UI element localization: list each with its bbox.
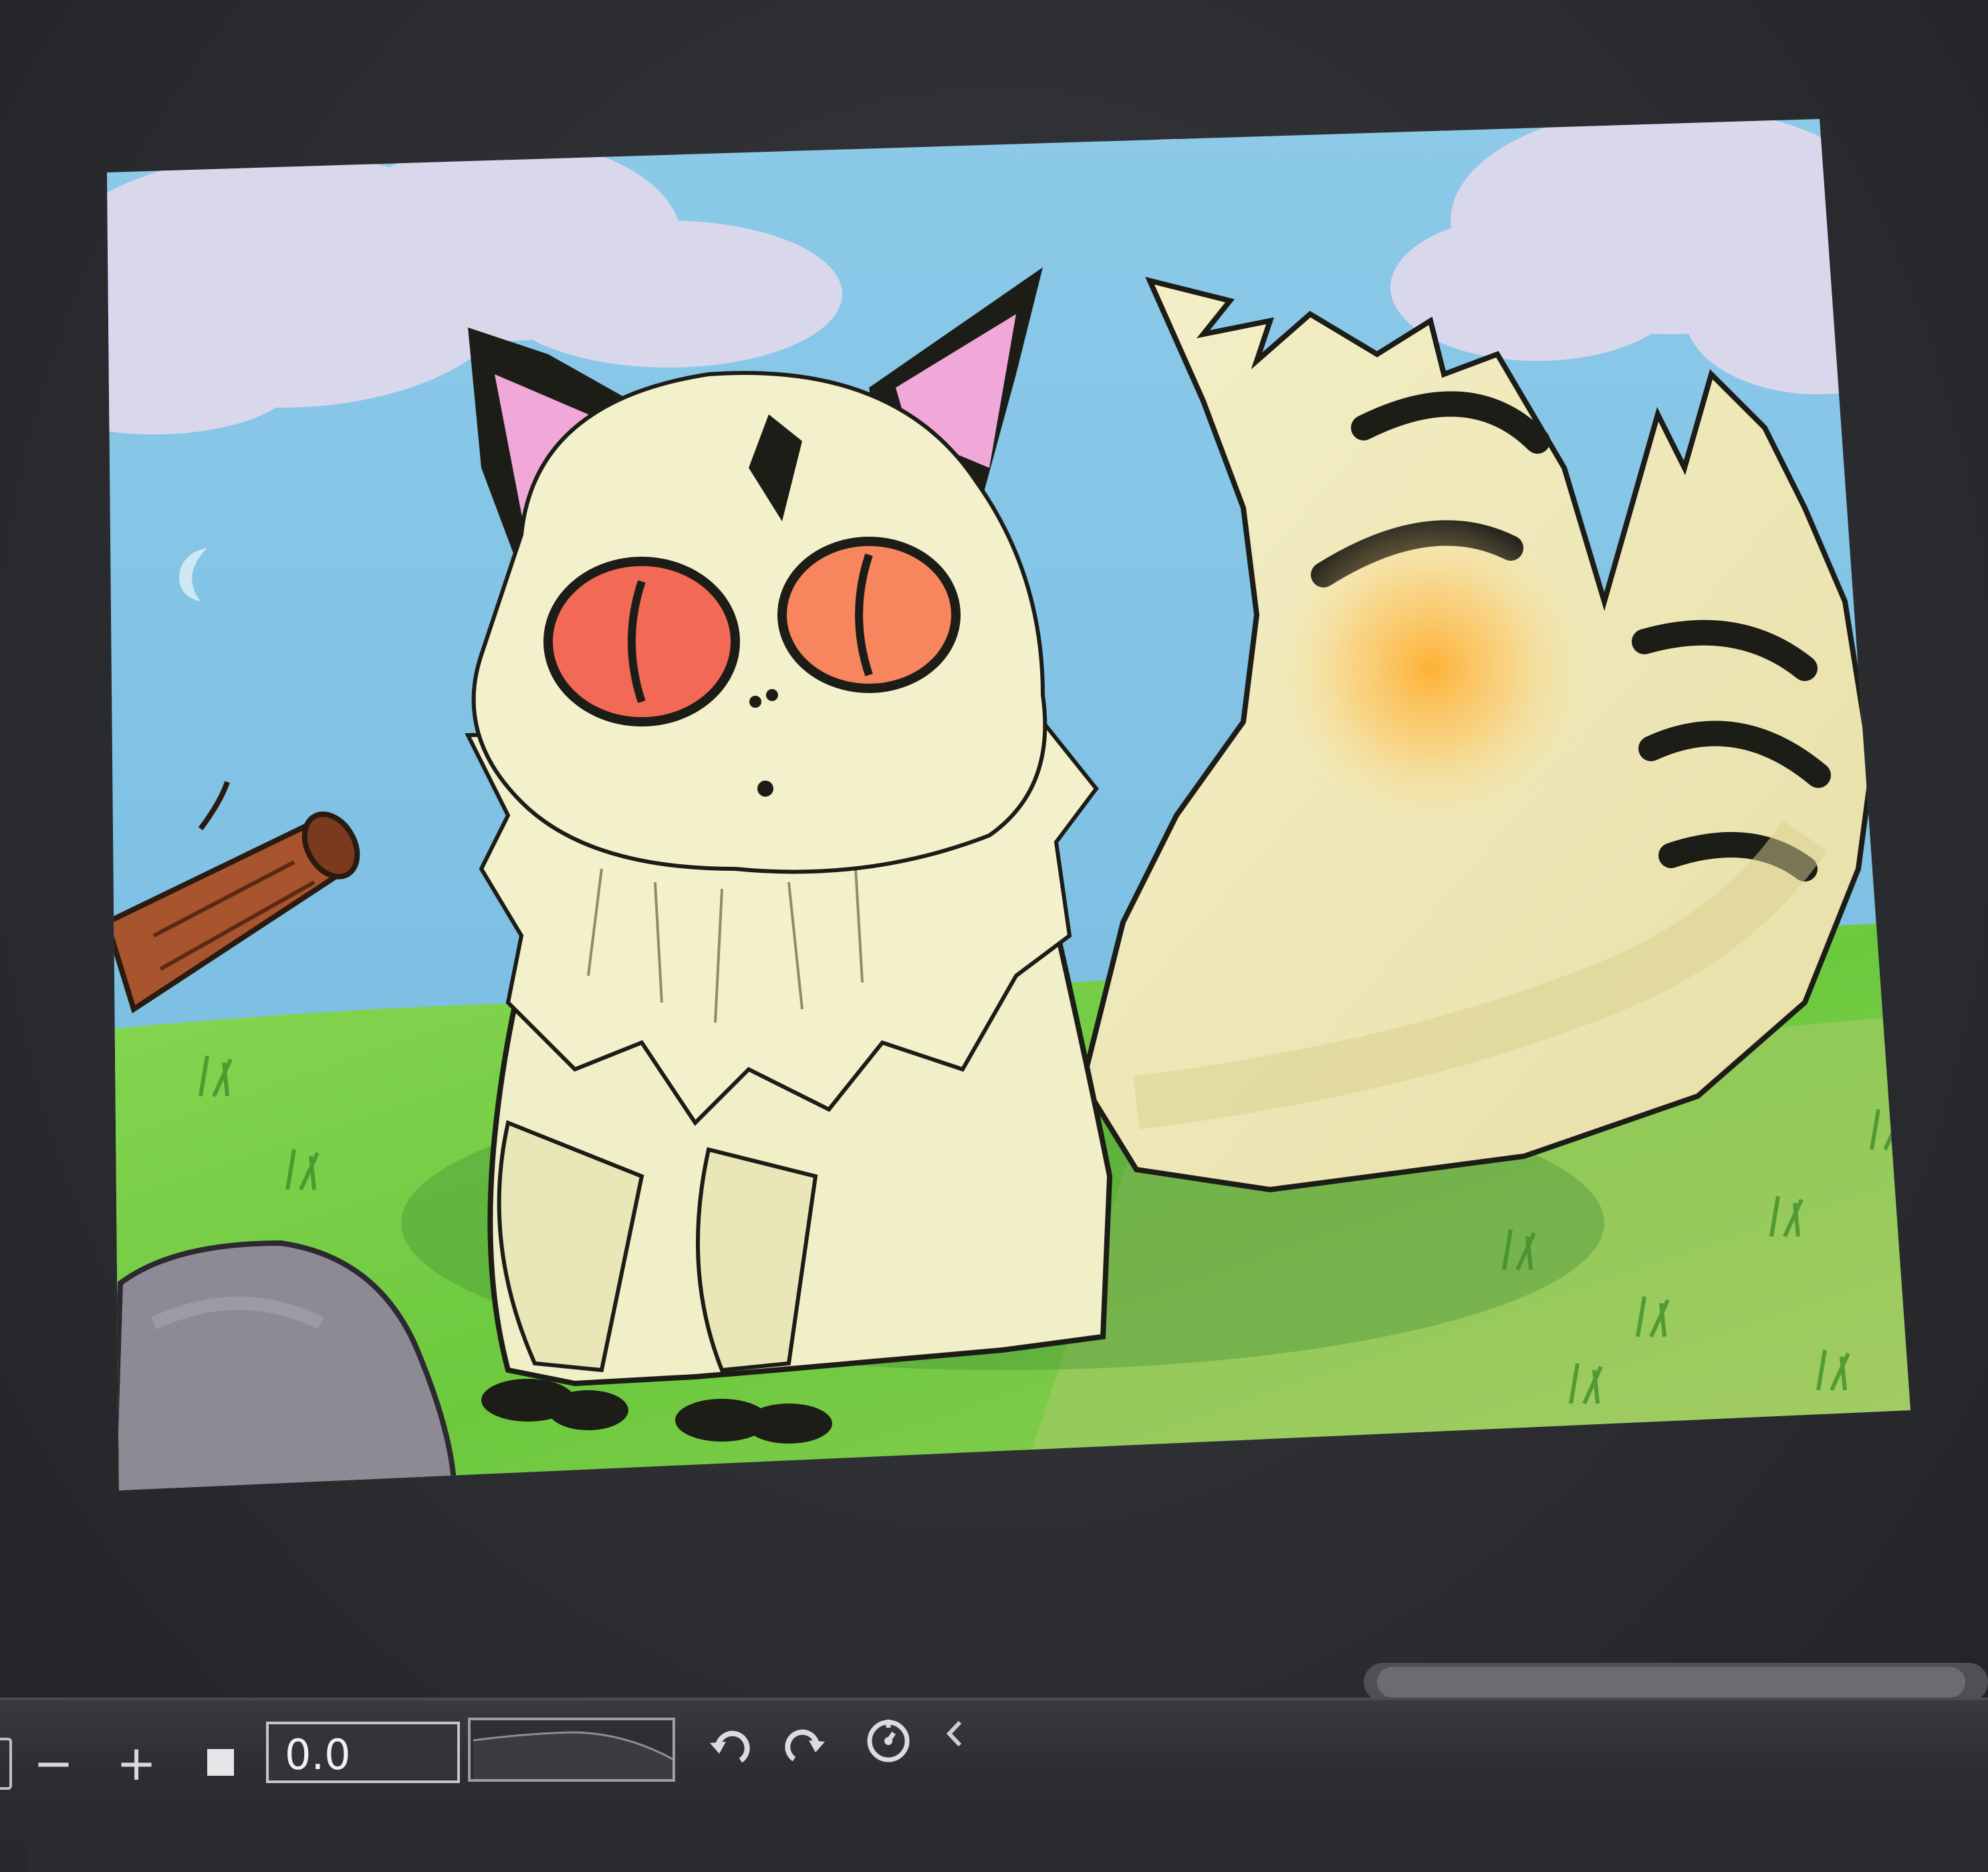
stop-button[interactable] [199, 1741, 242, 1784]
canvas-view[interactable] [0, 0, 1988, 1872]
zoom-out-button[interactable]: − [27, 1735, 80, 1791]
lower-panel [27, 1804, 1988, 1872]
plus-icon: + [116, 1735, 157, 1791]
timer-icon [867, 1720, 910, 1762]
value-input[interactable]: 0.0 [266, 1722, 460, 1783]
artwork-canvas[interactable] [0, 0, 1988, 1872]
redo-button[interactable] [775, 1715, 836, 1775]
redo-icon [785, 1729, 825, 1762]
collapse-panel-button[interactable] [935, 1707, 975, 1760]
undo-icon [710, 1730, 750, 1763]
panel-edge-button[interactable] [0, 1738, 12, 1790]
artwork-scene [107, 119, 1910, 1490]
drawing-app: − + 0.0 [0, 0, 1988, 1872]
undo-button[interactable] [699, 1716, 759, 1776]
stop-icon [207, 1749, 234, 1776]
horizontal-scrollbar-thumb[interactable] [1377, 1667, 1965, 1698]
minus-icon: − [33, 1735, 74, 1791]
chevron-left-icon [946, 1720, 962, 1747]
slider-curve-icon [473, 1731, 672, 1779]
value-slider[interactable] [468, 1718, 675, 1782]
timer-button[interactable] [858, 1710, 918, 1770]
zoom-in-button[interactable]: + [110, 1735, 163, 1791]
toolbar-divider [0, 1698, 1988, 1700]
